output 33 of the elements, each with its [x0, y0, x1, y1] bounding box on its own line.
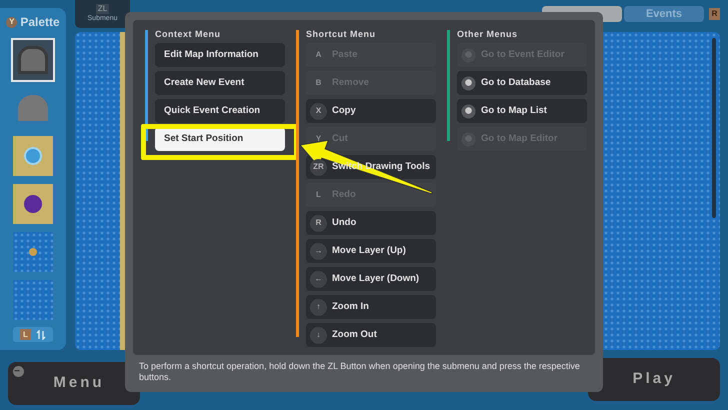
- tile-thumbnail[interactable]: [13, 232, 53, 272]
- menu-item[interactable]: → Move Layer (Up): [306, 239, 436, 263]
- column-title: Shortcut Menu: [306, 28, 376, 41]
- menu-item[interactable]: X Copy: [306, 99, 436, 123]
- menu-item[interactable]: ← Move Layer (Down): [306, 267, 436, 291]
- scrollbar[interactable]: [712, 38, 716, 218]
- menu-icon: [461, 104, 476, 118]
- tile-thumbnail[interactable]: [13, 280, 53, 320]
- palette-title: Palette: [20, 14, 60, 31]
- key-badge: R: [709, 8, 720, 20]
- menu-icon: [461, 48, 476, 62]
- menu-icon: [461, 132, 476, 146]
- play-button[interactable]: Play: [588, 358, 720, 401]
- swap-icon: [36, 330, 46, 340]
- menu-item[interactable]: Go to Database: [457, 71, 587, 95]
- menu-item[interactable]: ↑ Zoom In: [306, 295, 436, 319]
- minus-key-icon: −: [13, 366, 24, 377]
- menu-item[interactable]: Set Start Position: [155, 127, 285, 151]
- menu-icon: [461, 76, 476, 90]
- tile-thumbnail[interactable]: [13, 184, 53, 224]
- menu-button[interactable]: − Menu: [8, 362, 140, 405]
- column-title: Other Menus: [457, 28, 519, 41]
- key-badge: Y: [6, 16, 18, 28]
- hint-text: To perform a shortcut operation, hold down the ZL Button when opening the submenu and press the respective buttons.: [138, 361, 581, 383]
- tile-thumbnail[interactable]: [13, 136, 53, 176]
- tile-thumbnail[interactable]: [13, 40, 53, 80]
- menu-item[interactable]: Quick Event Creation: [155, 99, 285, 123]
- menu-item[interactable]: ↓ Zoom Out: [306, 323, 436, 347]
- column-title: Context Menu: [155, 28, 222, 41]
- menu-item[interactable]: R Undo: [306, 211, 436, 235]
- menu-item[interactable]: Create New Event: [155, 71, 285, 95]
- menu-item[interactable]: Edit Map Information: [155, 43, 285, 67]
- menu-item[interactable]: Go to Map List: [457, 99, 587, 123]
